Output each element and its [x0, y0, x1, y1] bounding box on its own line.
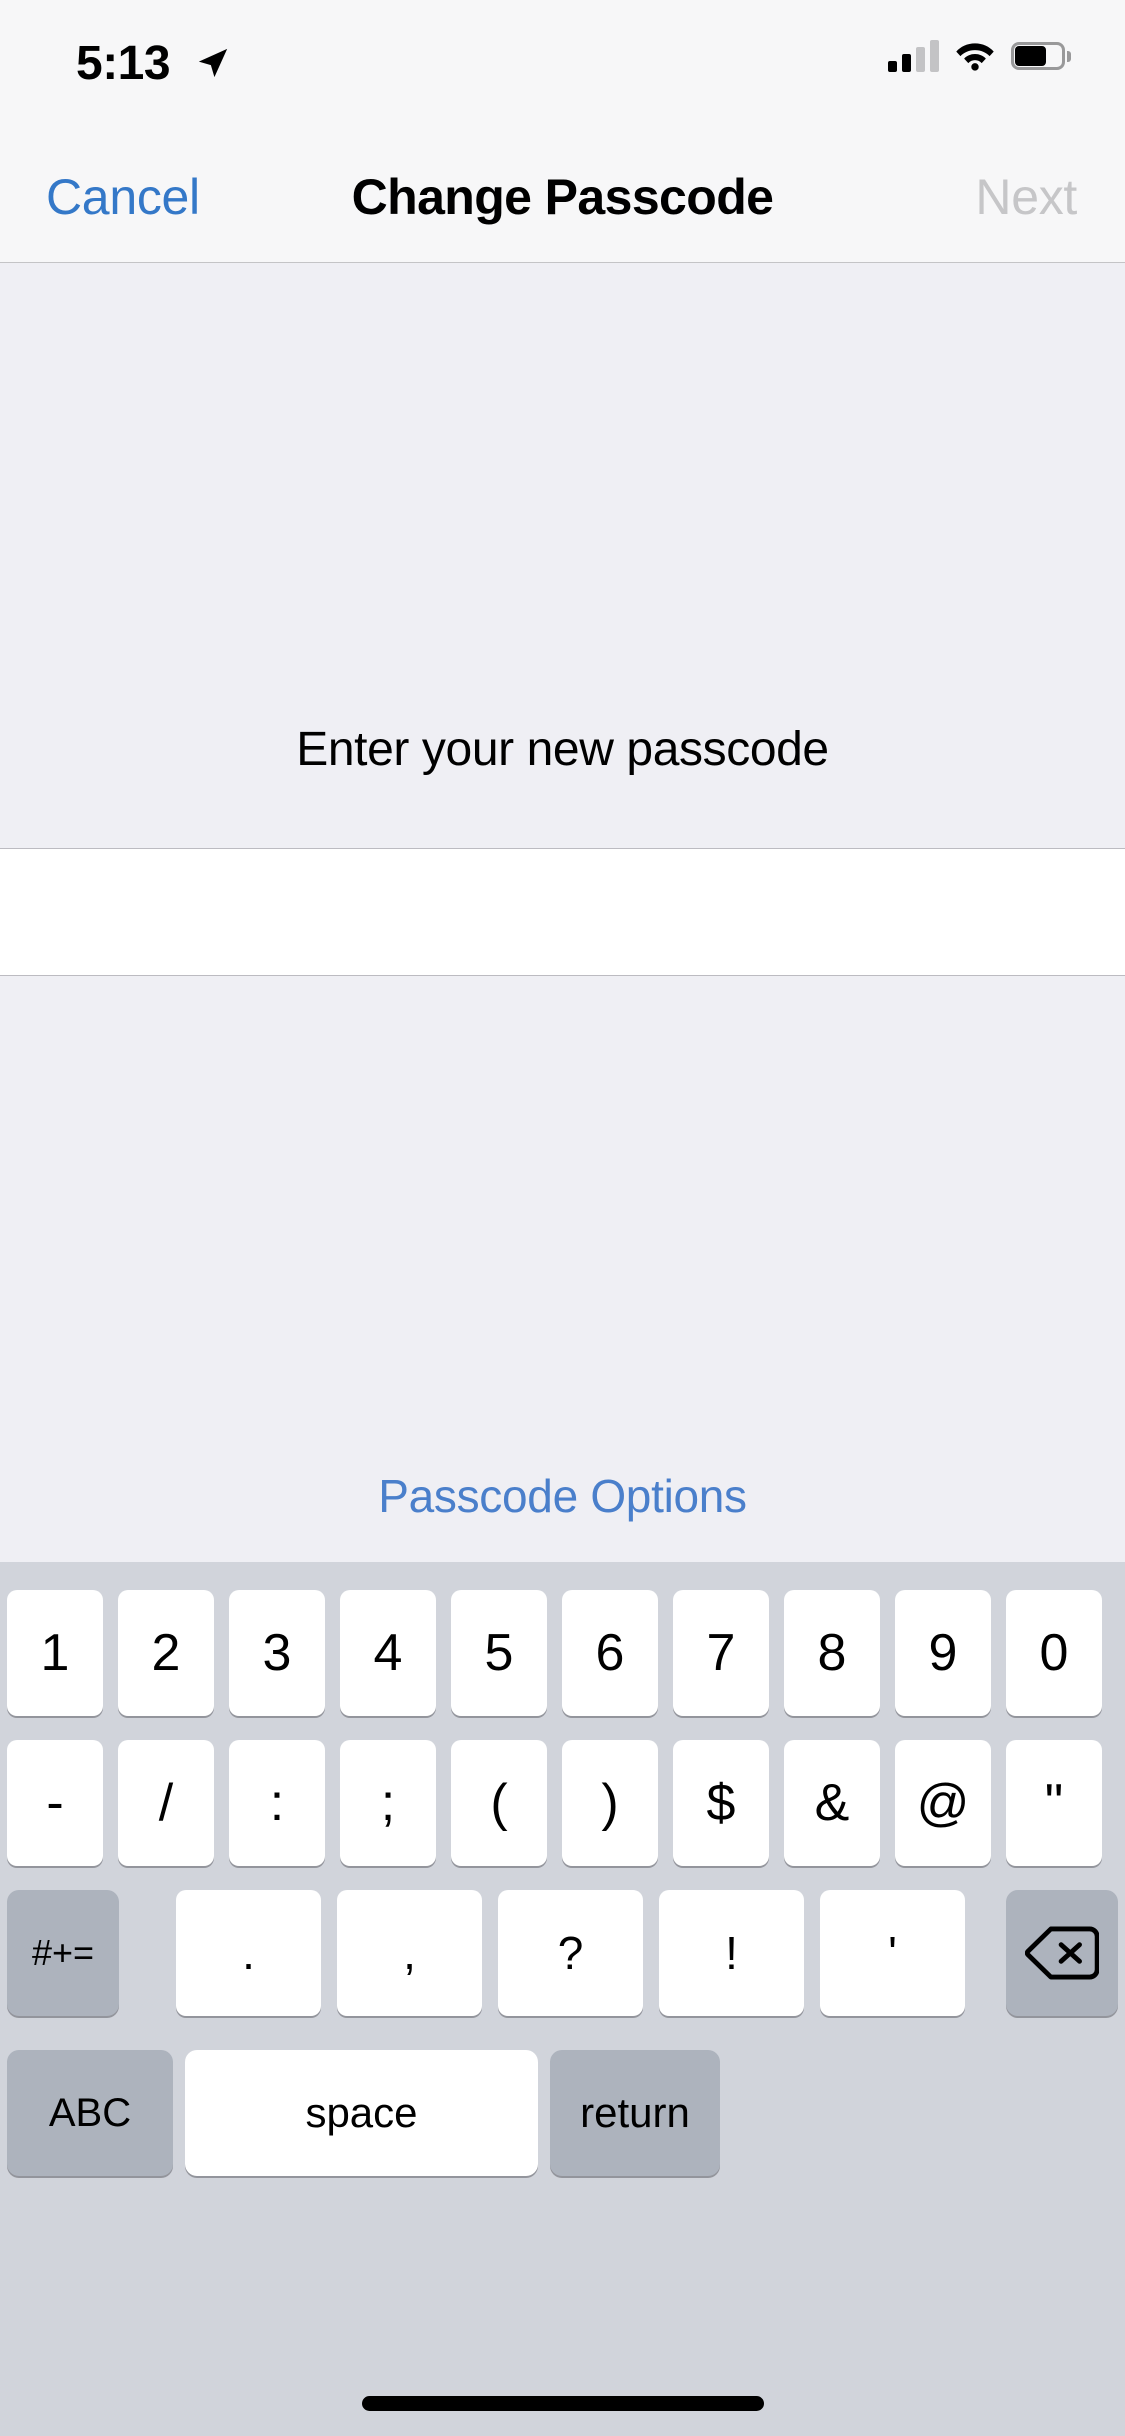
key-dollar[interactable]: $	[673, 1740, 769, 1866]
key-hyphen[interactable]: -	[7, 1740, 103, 1866]
key-ampersand[interactable]: &	[784, 1740, 880, 1866]
passcode-options-button[interactable]: Passcode Options	[0, 1469, 1125, 1523]
backspace-icon	[1025, 1926, 1099, 1980]
battery-icon	[1011, 42, 1071, 70]
key-return[interactable]: return	[550, 2050, 720, 2176]
iphone-screen: 5:13 Cancel Change Passcode Next Enter y…	[0, 0, 1125, 2436]
cellular-signal-icon	[888, 40, 939, 72]
key-paren-close[interactable]: )	[562, 1740, 658, 1866]
navigation-bar: Cancel Change Passcode Next	[0, 132, 1125, 263]
next-button[interactable]: Next	[975, 168, 1077, 226]
passcode-prompt-label: Enter your new passcode	[296, 723, 829, 776]
key-3[interactable]: 3	[229, 1590, 325, 1716]
key-colon[interactable]: :	[229, 1740, 325, 1866]
key-slash[interactable]: /	[118, 1740, 214, 1866]
key-9[interactable]: 9	[895, 1590, 991, 1716]
status-bar-time: 5:13	[76, 37, 171, 90]
key-1[interactable]: 1	[7, 1590, 103, 1716]
keyboard: 1 2 3 4 5 6 7 8 9 0 - / : ; ( ) $ & @ " …	[0, 1562, 1125, 2436]
location-arrow-icon	[198, 48, 228, 78]
page-title: Change Passcode	[351, 169, 774, 225]
key-question[interactable]: ?	[498, 1890, 643, 2016]
key-paren-open[interactable]: (	[451, 1740, 547, 1866]
key-semicolon[interactable]: ;	[340, 1740, 436, 1866]
key-4[interactable]: 4	[340, 1590, 436, 1716]
key-quote[interactable]: "	[1006, 1740, 1102, 1866]
key-0[interactable]: 0	[1006, 1590, 1102, 1716]
status-bar: 5:13	[0, 0, 1125, 132]
passcode-input[interactable]	[0, 848, 1125, 976]
key-7[interactable]: 7	[673, 1590, 769, 1716]
key-6[interactable]: 6	[562, 1590, 658, 1716]
key-comma[interactable]: ,	[337, 1890, 482, 2016]
key-exclaim[interactable]: !	[659, 1890, 804, 2016]
key-8[interactable]: 8	[784, 1590, 880, 1716]
key-abc-toggle[interactable]: ABC	[7, 2050, 173, 2176]
key-period[interactable]: .	[176, 1890, 321, 2016]
status-bar-indicators	[888, 40, 1071, 72]
key-symbols-toggle[interactable]: #+=	[7, 1890, 119, 2016]
content-area: Enter your new passcode Passcode Options	[0, 263, 1125, 1562]
key-space[interactable]: space	[185, 2050, 538, 2176]
wifi-icon	[956, 43, 994, 71]
backspace-key[interactable]	[1006, 1890, 1118, 2016]
home-indicator	[361, 2396, 764, 2411]
cancel-button[interactable]: Cancel	[46, 168, 200, 226]
key-5[interactable]: 5	[451, 1590, 547, 1716]
key-2[interactable]: 2	[118, 1590, 214, 1716]
key-at[interactable]: @	[895, 1740, 991, 1866]
key-apostrophe[interactable]: '	[820, 1890, 965, 2016]
